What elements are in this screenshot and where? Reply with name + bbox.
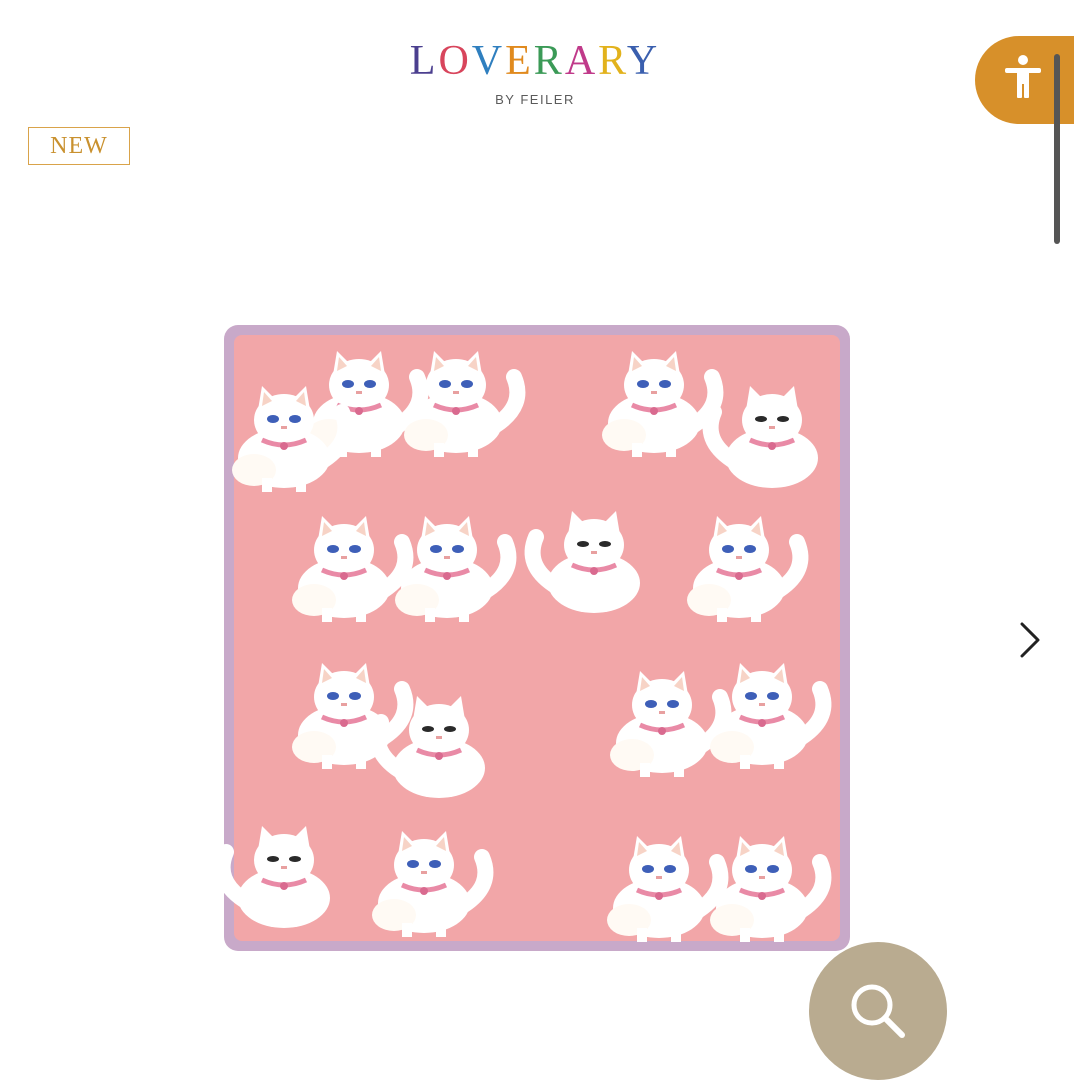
- brand-logo[interactable]: LOVERARY BY FEILER: [380, 38, 690, 107]
- towel-image: [224, 325, 850, 951]
- logo-letter: L: [409, 38, 439, 84]
- logo-letter: V: [471, 38, 506, 84]
- brand-subtitle: BY FEILER: [495, 92, 575, 107]
- search-icon: [851, 984, 905, 1038]
- logo-letter: A: [564, 38, 599, 84]
- new-badge: NEW: [28, 127, 130, 165]
- logo-letter: E: [505, 38, 534, 84]
- chevron-right-icon: [1020, 622, 1040, 658]
- product-image[interactable]: [224, 325, 850, 951]
- accessibility-person-icon: [1005, 55, 1041, 98]
- scrollbar-thumb[interactable]: [1054, 54, 1060, 244]
- logo-letter: Y: [626, 38, 661, 84]
- brand-logo-wordmark: LOVERARY: [380, 38, 690, 84]
- logo-letter: R: [598, 38, 627, 84]
- zoom-button[interactable]: [809, 942, 947, 1080]
- logo-letter: O: [438, 38, 472, 84]
- logo-letter: R: [533, 38, 565, 84]
- carousel-next-button[interactable]: [1010, 618, 1050, 662]
